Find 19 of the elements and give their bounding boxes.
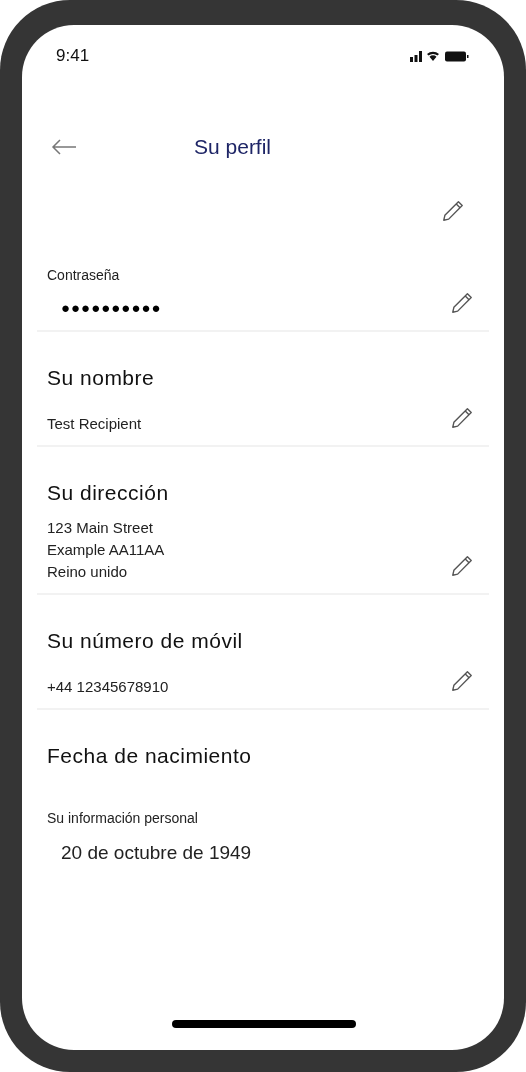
- status-icons: [410, 48, 470, 63]
- field-label: Contraseña: [47, 265, 121, 285]
- field-value: Test Recipient: [47, 414, 142, 434]
- field-value: 20 de octubre de 1949: [61, 840, 252, 865]
- back-arrow-icon: [50, 136, 78, 157]
- pencil-icon: [449, 405, 475, 431]
- field-value: 123 Main Street: [47, 517, 154, 538]
- section-heading: Su dirección: [47, 480, 170, 506]
- section-heading: Su nombre: [47, 364, 156, 391]
- section-heading: Su número de móvil: [47, 627, 244, 654]
- page-title: Su perfil: [194, 133, 272, 160]
- field-value: Example AA11AA: [47, 539, 165, 560]
- pencil-icon: [449, 668, 475, 694]
- status-time: 9:41: [56, 45, 90, 67]
- password-value: ●●●●●●●●●●: [61, 298, 162, 318]
- field-value: Reino unido: [47, 561, 129, 582]
- field-value: +44 12345678910: [47, 677, 169, 697]
- section-heading: Fecha de nacimiento: [47, 743, 252, 769]
- field-label: Su información personal: [47, 808, 199, 828]
